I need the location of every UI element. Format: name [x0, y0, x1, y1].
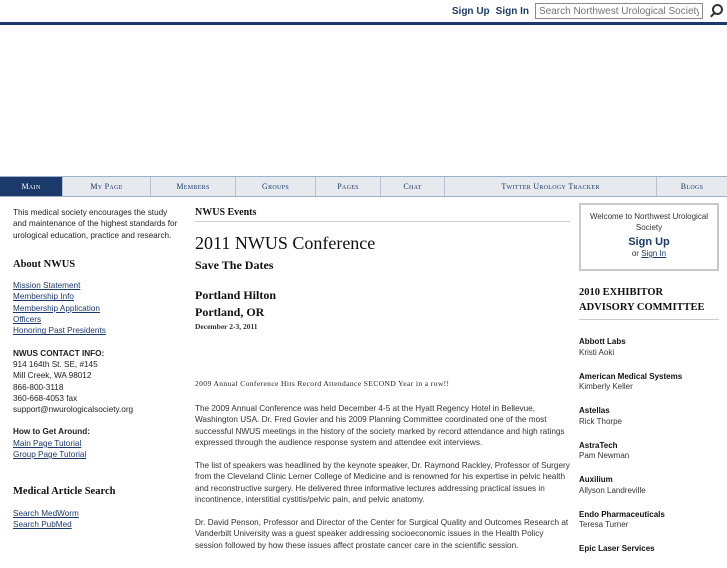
contact-line: 360-668-4053 fax [13, 393, 78, 403]
list-item: Astellas Rick Thorpe [579, 406, 719, 427]
conference-title: 2011 NWUS Conference [195, 233, 376, 253]
main-content: NWUS Events 2011 NWUS Conference Save Th… [195, 207, 570, 550]
tab-twitter-urology-tracker[interactable]: Twitter Urology Tracker [445, 177, 657, 196]
main-page-tutorial-link[interactable]: Main Page Tutorial [13, 438, 183, 449]
contact-line: support@nwurologicalsociety.org [13, 405, 134, 415]
exhibitor-list: Abbott Labs Kristi Aoki American Medical… [579, 337, 719, 555]
exhibitor-contact: Pam Newman [579, 451, 630, 460]
welcome-sign-up-button[interactable]: Sign Up [581, 236, 717, 248]
search-icon[interactable] [709, 4, 723, 18]
contact-line: 914 164th St. SE, #145 [13, 359, 98, 369]
exhibitor-name: Abbott Labs [579, 337, 626, 346]
group-page-tutorial-link[interactable]: Group Page Tutorial [13, 449, 183, 460]
welcome-text: Welcome to Northwest Urological Society [589, 212, 709, 232]
sign-in-line: or Sign In [581, 249, 717, 258]
or-text: or [631, 249, 639, 258]
exhibitor-contact: Allyson Landreville [579, 485, 646, 495]
tab-chat[interactable]: Chat [381, 177, 445, 196]
top-links: Sign Up Sign In [452, 2, 723, 20]
right-sidebar: Welcome to Northwest Urological Society … [579, 203, 719, 568]
paragraph: Dr. David Penson, Professor and Director… [195, 518, 569, 550]
exhibitor-contact: Kimberly Keller [579, 382, 633, 391]
search-medworm-link[interactable]: Search MedWorm [13, 508, 183, 519]
article-search-heading: Medical Article Search [13, 486, 116, 498]
welcome-sign-in-link[interactable]: Sign In [641, 249, 666, 258]
venue: Portland Hilton Portland, OR [195, 287, 276, 321]
tab-members[interactable]: Members [151, 177, 236, 196]
exhibitor-name: Auxilium [579, 475, 613, 484]
tab-main[interactable]: Main [0, 177, 63, 196]
past-presidents-link[interactable]: Honoring Past Presidents [13, 325, 183, 336]
tab-blogs[interactable]: Blogs [657, 177, 727, 196]
about-links: Mission Statement Membership Info Member… [13, 280, 183, 336]
paragraph: The 2009 Annual Conference was held Dece… [195, 404, 565, 448]
officers-link[interactable]: Officers [13, 314, 183, 325]
exhibitor-name: American Medical Systems [579, 371, 683, 381]
list-item: AstraTech Pam Newman [579, 441, 719, 462]
list-item: Endo Pharmaceuticals Teresa Turner [579, 510, 719, 531]
exhibitor-name: AstraTech [579, 440, 618, 450]
sign-up-link[interactable]: Sign Up [452, 6, 490, 17]
divider [195, 221, 570, 222]
mission-statement-link[interactable]: Mission Statement [13, 280, 183, 291]
tab-groups[interactable]: Groups [236, 177, 316, 196]
membership-application-link[interactable]: Membership Application [13, 303, 183, 314]
exhibitor-contact: Kristi Aoki [579, 347, 615, 357]
section-title: NWUS Events [195, 207, 257, 218]
search-input[interactable] [535, 3, 703, 19]
contact-label: NWUS CONTACT INFO: [13, 348, 105, 358]
list-item: American Medical Systems Kimberly Keller [579, 372, 719, 393]
exhibitor-name: Astellas [579, 406, 610, 415]
top-bar: Sign Up Sign In [0, 0, 727, 25]
exhibitor-heading: 2010 EXHIBITOR ADVISORY COMMITTEE [579, 287, 705, 313]
tab-pages[interactable]: Pages [316, 177, 381, 196]
search-pubmed-link[interactable]: Search PubMed [13, 519, 183, 530]
membership-info-link[interactable]: Membership Info [13, 291, 183, 302]
divider [579, 319, 719, 320]
exhibitor-contact: Teresa Turner [579, 520, 629, 529]
save-the-dates: Save The Dates [195, 258, 274, 272]
conference-dates: December 2-3, 2011 [195, 322, 258, 331]
paragraph: The list of speakers was headlined by th… [195, 461, 570, 505]
about-heading: About NWUS [13, 258, 76, 270]
contact-line: Mill Creek, WA 98012 [13, 371, 92, 381]
sign-in-link[interactable]: Sign In [496, 6, 529, 17]
intro-text: This medical society encourages the stud… [13, 208, 178, 240]
contact-line: 866-800-3118 [13, 382, 64, 392]
left-sidebar: This medical society encourages the stud… [13, 207, 183, 530]
list-item: Epic Laser Services [579, 544, 719, 555]
list-item: Abbott Labs Kristi Aoki [579, 337, 719, 358]
main-nav: Main My Page Members Groups Pages Chat T… [0, 176, 727, 197]
venue-city: Portland, OR [195, 305, 265, 319]
exhibitor-name: Endo Pharmaceuticals [579, 509, 665, 519]
record-attendance-banner: 2009 Annual Conference Hits Record Atten… [195, 379, 450, 388]
getaround-label: How to Get Around: [13, 427, 91, 437]
venue-name: Portland Hilton [195, 288, 277, 302]
exhibitor-contact: Rick Thorpe [579, 416, 622, 426]
tab-my-page[interactable]: My Page [63, 177, 151, 196]
exhibitor-name: Epic Laser Services [579, 544, 655, 553]
welcome-box: Welcome to Northwest Urological Society … [579, 203, 719, 271]
list-item: Auxilium Allyson Landreville [579, 475, 719, 496]
